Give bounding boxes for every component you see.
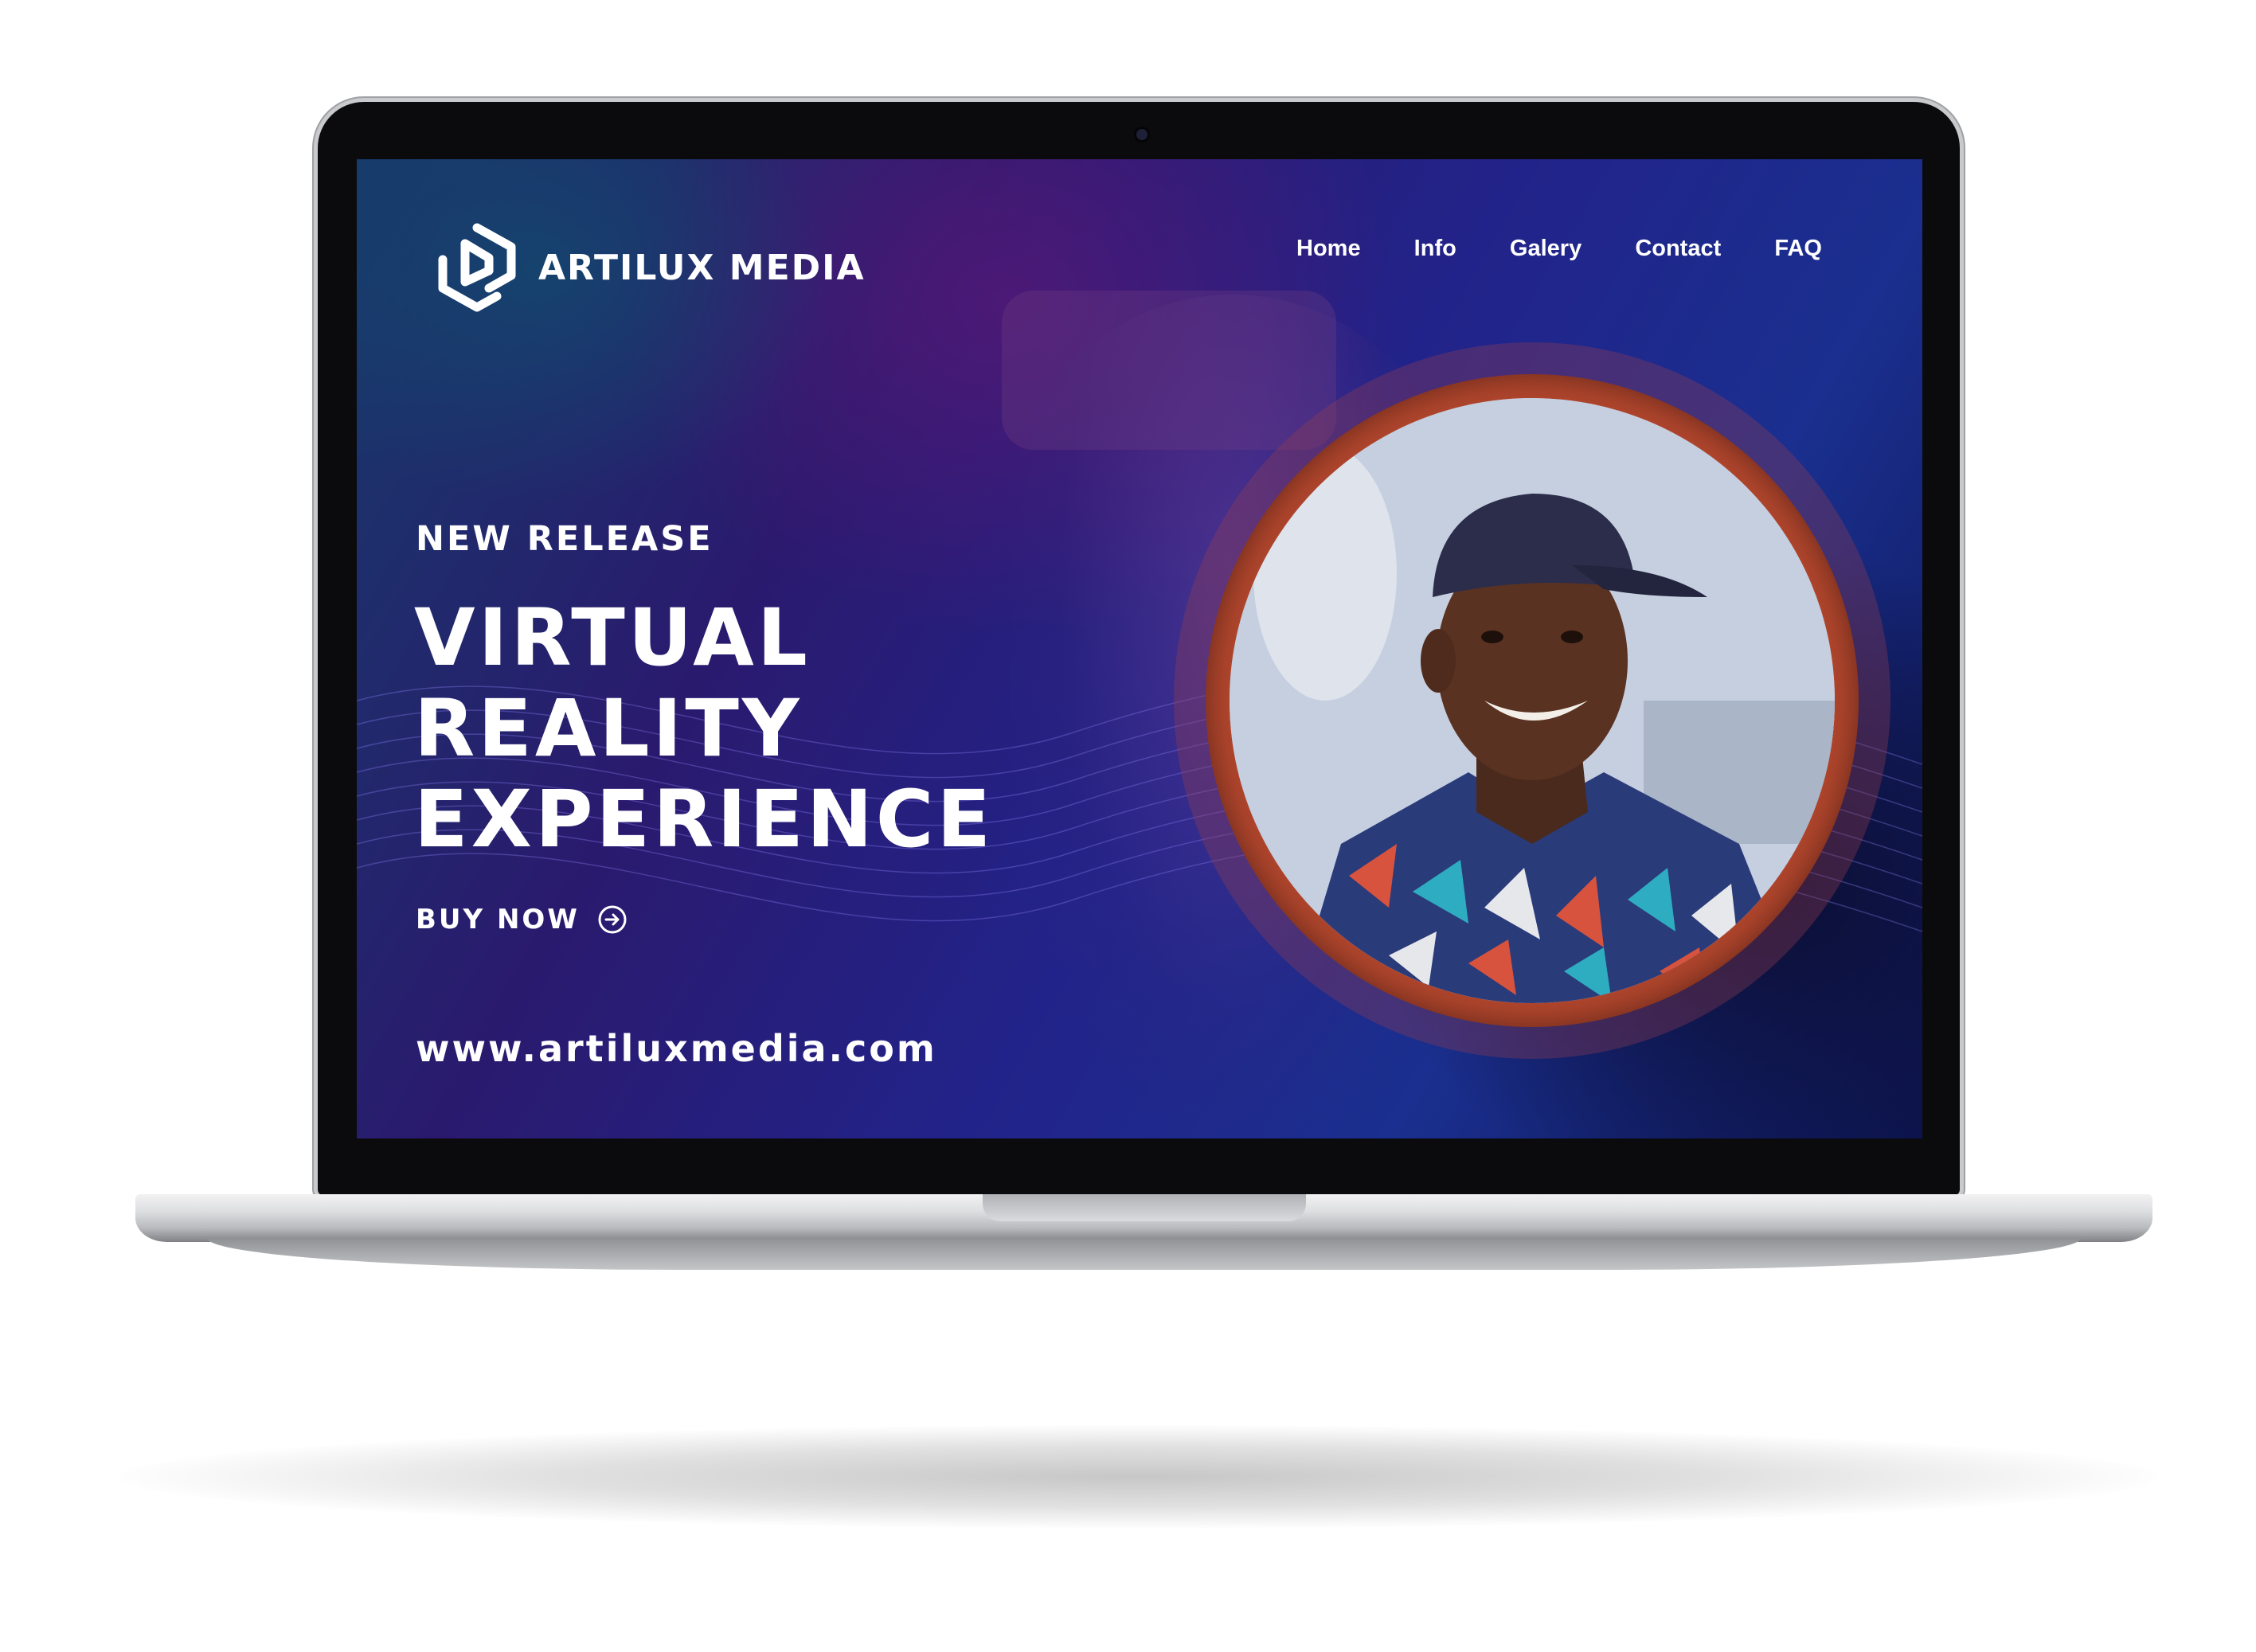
laptop-mockup: ARTILUX MEDIA Home Info Galery Contact F… — [0, 0, 2256, 1652]
brand-logo[interactable]: ARTILUX MEDIA — [433, 220, 866, 315]
webcam — [1136, 129, 1148, 140]
buy-now-label: BUY NOW — [416, 904, 580, 935]
buy-now-button[interactable]: BUY NOW — [416, 904, 628, 935]
portrait-illustration — [1230, 398, 1835, 1003]
nav-contact[interactable]: Contact — [1635, 236, 1721, 262]
main-navigation: Home Info Galery Contact FAQ — [1296, 236, 1822, 262]
website-screen: ARTILUX MEDIA Home Info Galery Contact F… — [357, 159, 1922, 1138]
arrow-right-circle-icon — [598, 905, 627, 934]
brand-name: ARTILUX MEDIA — [538, 247, 866, 288]
nav-galery[interactable]: Galery — [1510, 236, 1582, 262]
laptop-base-bottom — [207, 1238, 2081, 1270]
website-url[interactable]: www.artiluxmedia.com — [416, 1027, 937, 1070]
headline-line-1: VIRTUAL — [414, 592, 811, 684]
headline-line-3: EXPERIENCE — [414, 774, 994, 865]
artilux-logo-icon — [438, 223, 516, 312]
nav-info[interactable]: Info — [1414, 236, 1456, 262]
laptop-shadow — [119, 1425, 2158, 1529]
nav-home[interactable]: Home — [1296, 236, 1361, 262]
headline-line-2: REALITY — [414, 683, 803, 775]
laptop-opening-notch — [983, 1194, 1306, 1221]
hero-portrait-photo — [1230, 398, 1835, 1003]
hero-subtitle: NEW RELEASE — [416, 519, 714, 559]
hero-headline: VIRTUAL REALITY EXPERIENCE — [414, 593, 994, 865]
vr-headset-silhouette — [1002, 291, 1336, 450]
nav-faq[interactable]: FAQ — [1774, 236, 1822, 262]
